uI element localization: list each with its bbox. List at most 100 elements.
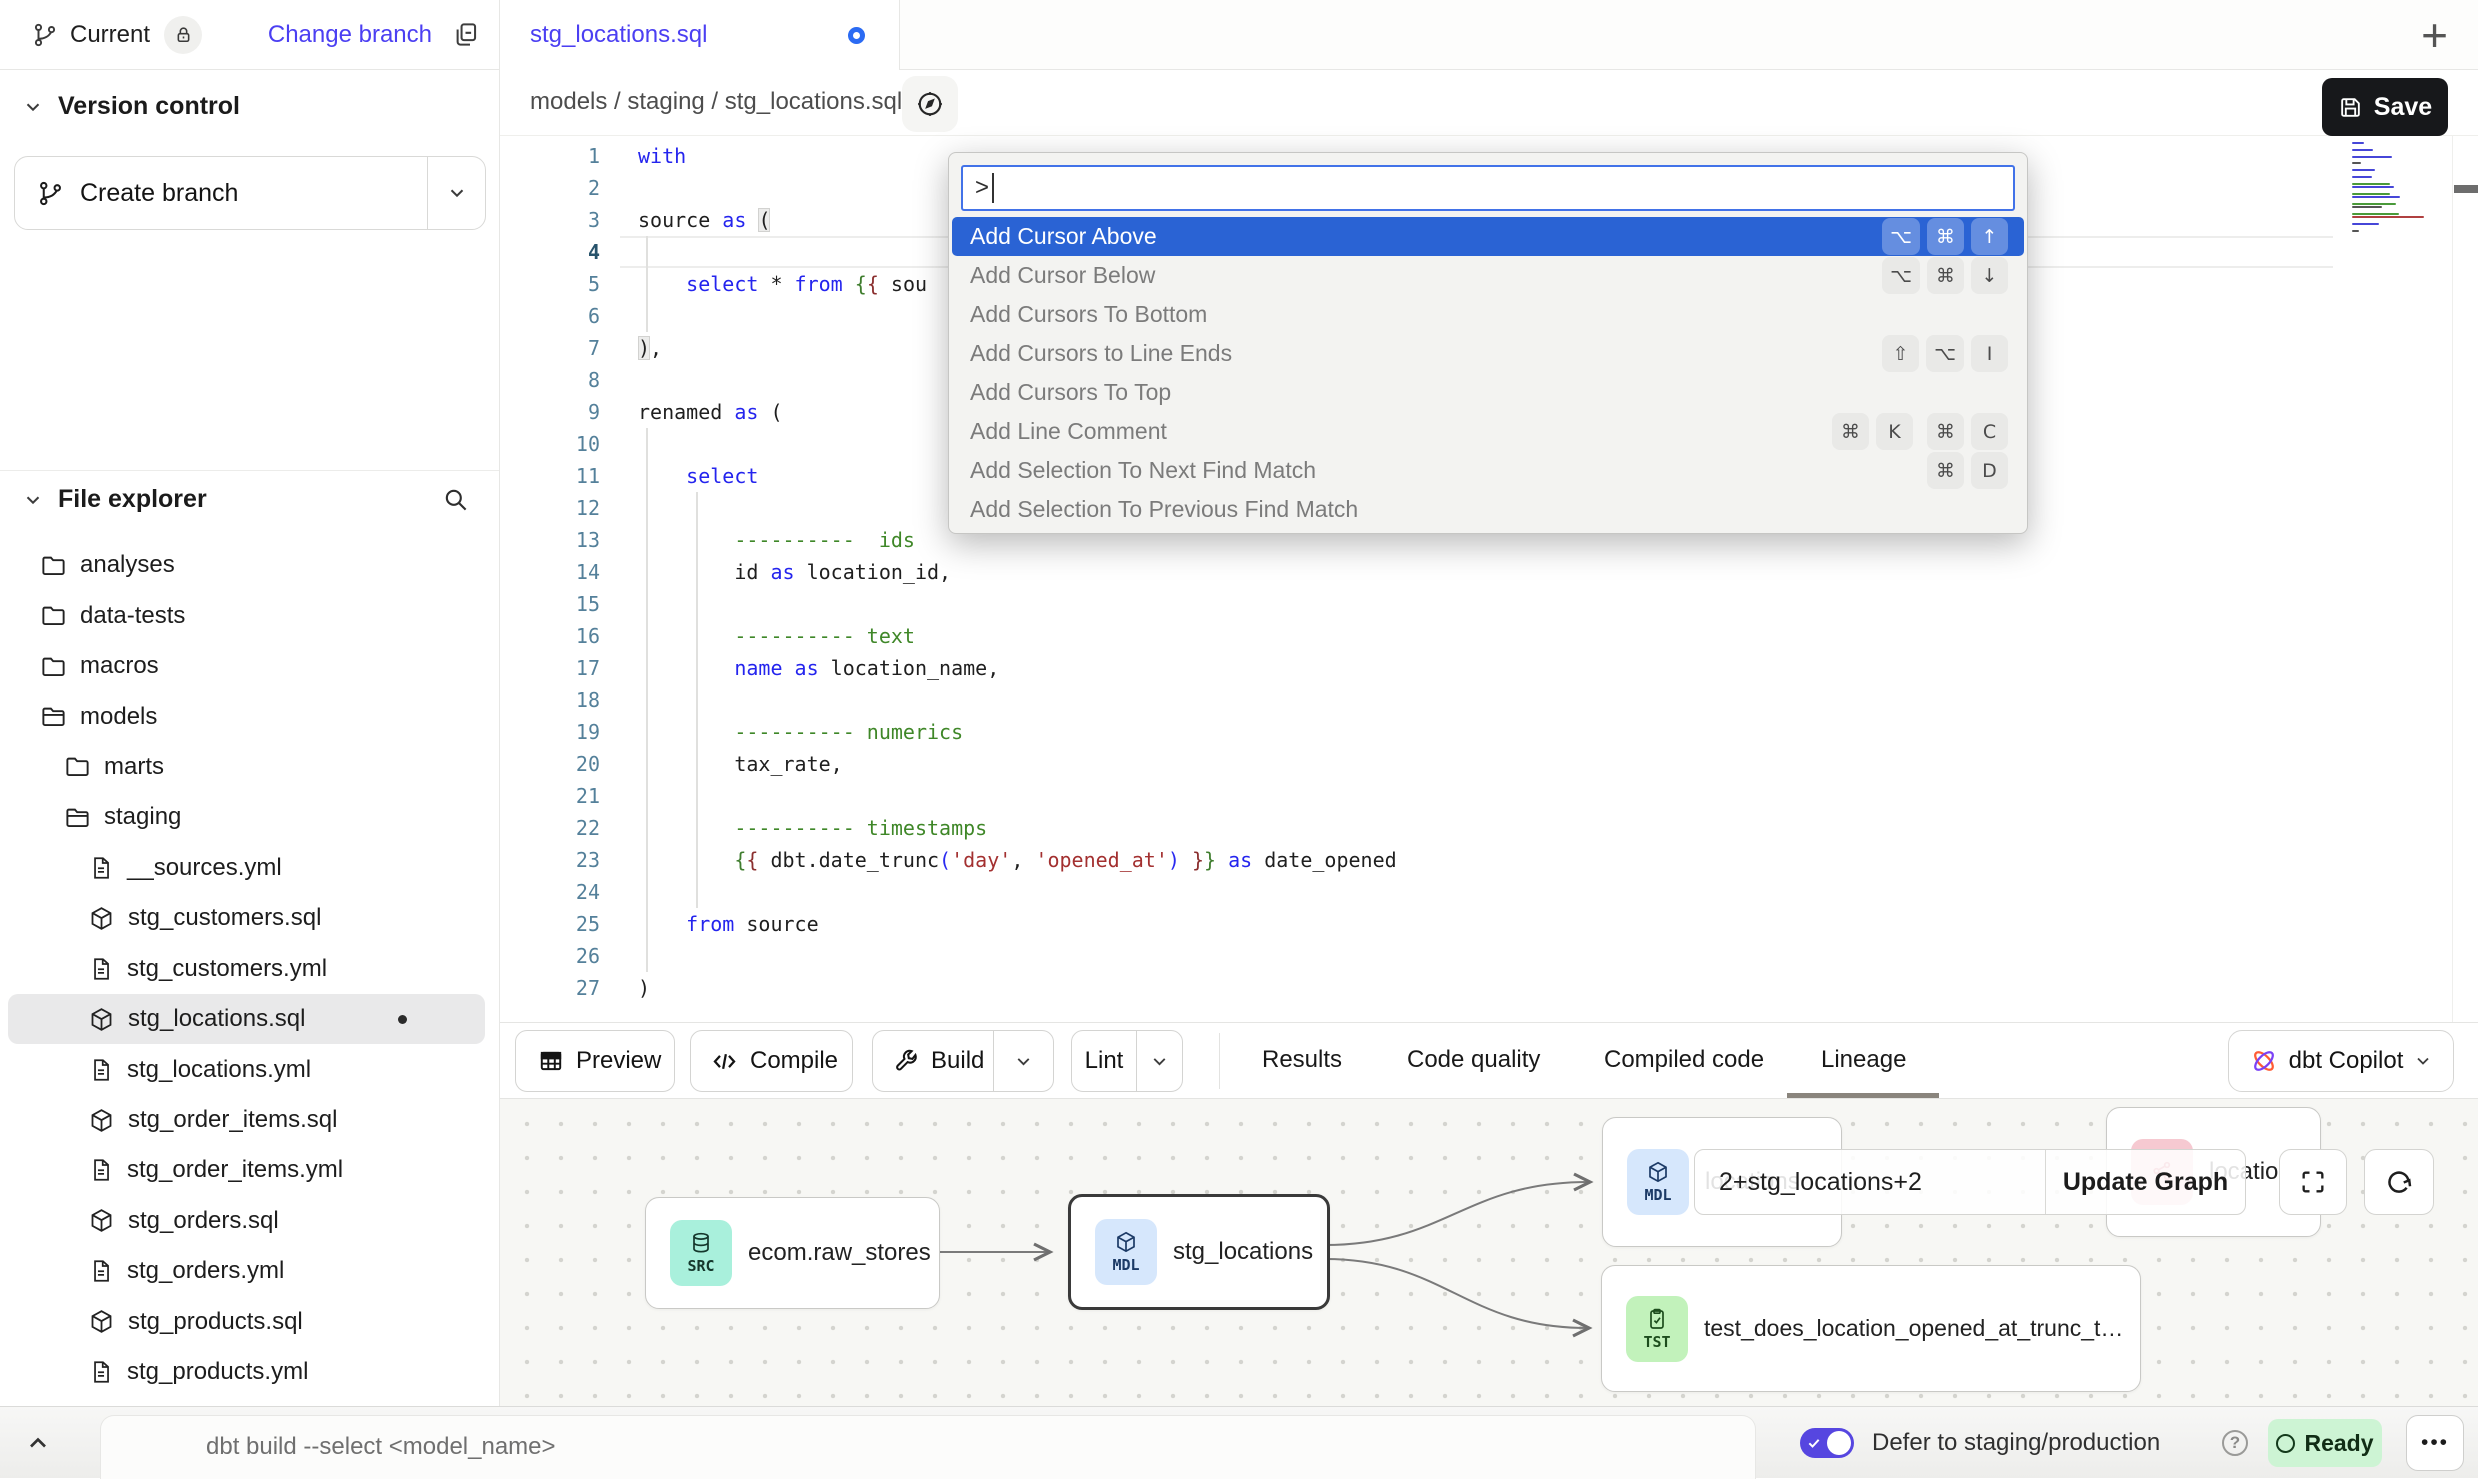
file-item-models[interactable]: models: [8, 691, 485, 741]
dbt-copilot-button[interactable]: dbt Copilot: [2228, 1030, 2454, 1092]
file-name: analyses: [80, 551, 175, 579]
check-icon: [1807, 1436, 1821, 1450]
file-item-stg_orders.yml[interactable]: stg_orders.yml: [8, 1246, 485, 1296]
create-branch-button[interactable]: Create branch: [14, 156, 486, 230]
file-explorer-section: File explorer analysesdata-testsmacrosmo…: [0, 470, 499, 471]
copy-branch-icon[interactable]: [452, 21, 479, 48]
compile-label: Compile: [750, 1047, 838, 1075]
file-item-stg_locations.yml[interactable]: stg_locations.yml: [8, 1044, 485, 1094]
file-item-data-tests[interactable]: data-tests: [8, 590, 485, 640]
copilot-label: dbt Copilot: [2289, 1047, 2404, 1075]
lineage-selector-input[interactable]: 2+stg_locations+2: [1695, 1150, 2045, 1214]
version-control-section-header[interactable]: Version control: [22, 92, 240, 121]
file-item-__sources.yml[interactable]: __sources.yml: [8, 843, 485, 893]
shortcut-key: ⌘: [1832, 413, 1869, 450]
model-badge: MDL: [1627, 1149, 1689, 1215]
compass-icon[interactable]: [902, 76, 958, 132]
file-explorer-header[interactable]: File explorer: [22, 485, 469, 514]
search-icon[interactable]: [442, 486, 469, 513]
file-name: macros: [80, 652, 159, 680]
tab-stg-locations-sql[interactable]: stg_locations.sql: [500, 0, 900, 71]
save-button[interactable]: Save: [2322, 78, 2448, 136]
file-item-marts[interactable]: marts: [8, 742, 485, 792]
folder-icon: [40, 552, 67, 579]
model-icon: [88, 1006, 115, 1033]
change-branch-link[interactable]: Change branch: [268, 21, 432, 49]
lineage-node-test[interactable]: TST test_does_location_opened_at_trunc_t…: [1601, 1265, 2141, 1392]
file-item-macros[interactable]: macros: [8, 641, 485, 691]
palette-item-label: Add Cursors to Line Ends: [970, 340, 1232, 367]
file-item-stg_customers.yml[interactable]: stg_customers.yml: [8, 944, 485, 994]
file-name: stg_customers.yml: [127, 955, 327, 983]
unsaved-dot-icon: [848, 27, 865, 44]
file-name: staging: [104, 803, 181, 831]
file-name: stg_products.yml: [127, 1358, 308, 1386]
file-name: stg_customers.sql: [128, 904, 321, 932]
file-item-stg_customers.sql[interactable]: stg_customers.sql: [8, 893, 485, 943]
palette-item[interactable]: Add Cursor Above⌥⌘↑: [952, 217, 2024, 256]
palette-item[interactable]: Add Cursors To Top: [952, 373, 2024, 412]
code-line-20: tax_rate,: [638, 748, 1397, 780]
doc-icon: [88, 1359, 114, 1385]
fullscreen-button[interactable]: [2279, 1149, 2347, 1215]
file-name: stg_order_items.yml: [127, 1156, 343, 1184]
compile-button[interactable]: Compile: [690, 1030, 853, 1092]
palette-item[interactable]: Add Selection To Previous Find Match: [952, 490, 2024, 529]
palette-item-label: Add Cursors To Top: [970, 379, 1171, 406]
refresh-button[interactable]: [2364, 1149, 2434, 1215]
build-dropdown[interactable]: [993, 1031, 1053, 1091]
file-name: models: [80, 703, 157, 731]
file-item-stg_order_items.sql[interactable]: stg_order_items.sql: [8, 1095, 485, 1145]
file-item-stg_order_items.yml[interactable]: stg_order_items.yml: [8, 1145, 485, 1195]
palette-item[interactable]: Add Cursor Below⌥⌘↓: [952, 256, 2024, 295]
palette-item[interactable]: Add Cursors to Line Ends⇧⌥I: [952, 334, 2024, 373]
file-item-stg_products.sql[interactable]: stg_products.sql: [8, 1297, 485, 1347]
palette-item[interactable]: Add Selection To Next Find Match⌘D: [952, 451, 2024, 490]
update-graph-button[interactable]: Update Graph: [2045, 1150, 2245, 1214]
preview-button[interactable]: Preview: [515, 1030, 675, 1092]
tab-code-quality[interactable]: Code quality: [1407, 1023, 1540, 1097]
dbt-copilot-icon: [2249, 1046, 2279, 1076]
model-icon: [88, 905, 115, 932]
lineage-node-ecom-raw-stores[interactable]: SRC ecom.raw_stores: [645, 1197, 940, 1309]
lint-button[interactable]: Lint: [1071, 1030, 1183, 1092]
build-button[interactable]: Build: [872, 1030, 1054, 1092]
command-palette-input[interactable]: >: [961, 165, 2015, 211]
status-badge-ready[interactable]: Ready: [2268, 1419, 2382, 1467]
create-branch-label: Create branch: [80, 179, 238, 208]
shortcut-key: ⌥: [1926, 335, 1964, 372]
file-item-analyses[interactable]: analyses: [8, 540, 485, 590]
file-explorer-title: File explorer: [58, 485, 207, 514]
command-input-region[interactable]: dbt build --select <model_name>: [100, 1415, 1756, 1479]
file-item-staging[interactable]: staging: [8, 792, 485, 842]
model-badge: MDL: [1095, 1219, 1157, 1285]
shortcut-key: K: [1876, 413, 1913, 450]
tab-results[interactable]: Results: [1262, 1023, 1342, 1097]
palette-item-label: Add Cursor Below: [970, 262, 1155, 289]
file-item-stg_products.yml[interactable]: stg_products.yml: [8, 1347, 485, 1397]
file-item-stg_orders.sql[interactable]: stg_orders.sql: [8, 1196, 485, 1246]
chevron-up-icon[interactable]: [24, 1429, 52, 1457]
shortcut-key: ⌘: [1927, 257, 1964, 294]
breadcrumb-bar: models / staging / stg_locations.sql Sav…: [500, 70, 2478, 136]
code-icon: [711, 1048, 738, 1075]
minimap[interactable]: [2352, 142, 2428, 233]
create-branch-dropdown[interactable]: [427, 157, 485, 229]
lint-dropdown[interactable]: [1136, 1031, 1182, 1091]
palette-item-label: Add Cursors To Bottom: [970, 301, 1207, 328]
shortcut-key: I: [1971, 335, 2008, 372]
palette-item[interactable]: Add Cursors To Bottom: [952, 295, 2024, 334]
help-icon[interactable]: ?: [2222, 1430, 2248, 1456]
palette-query: >: [975, 174, 989, 202]
lineage-node-stg-locations[interactable]: MDL stg_locations: [1068, 1194, 1330, 1310]
tab-compiled-code[interactable]: Compiled code: [1604, 1023, 1764, 1097]
palette-item[interactable]: Add Line Comment⌘K⌘C: [952, 412, 2024, 451]
doc-icon: [88, 956, 114, 982]
text-caret: [992, 173, 994, 203]
new-tab-button[interactable]: +: [2421, 2, 2448, 68]
defer-toggle[interactable]: [1800, 1428, 1854, 1458]
more-options-button[interactable]: •••: [2406, 1415, 2464, 1471]
file-item-stg_locations.sql[interactable]: stg_locations.sql: [8, 994, 485, 1044]
tab-lineage[interactable]: Lineage: [1821, 1023, 1906, 1097]
lineage-graph-panel[interactable]: MDL locations locations SRC ecom.raw_sto…: [500, 1098, 2478, 1406]
